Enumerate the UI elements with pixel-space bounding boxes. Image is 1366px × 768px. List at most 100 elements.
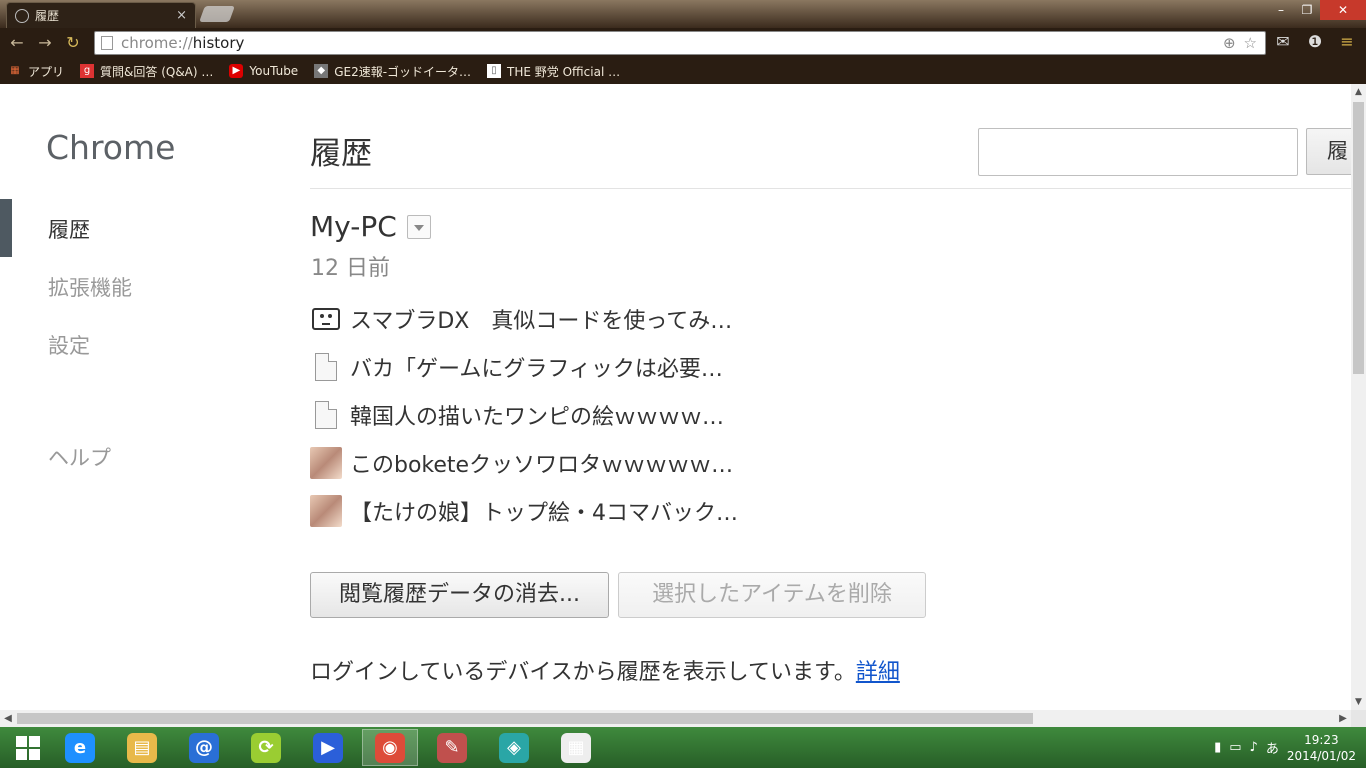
sidebar-item-help[interactable]: ヘルプ [48,442,111,472]
qa-site-icon: g [80,64,95,78]
vertical-scroll-thumb[interactable] [1353,102,1364,374]
address-bar[interactable]: chrome://history ⊕ ☆ [94,31,1266,55]
forward-button[interactable]: → [34,32,56,54]
bookmark-youtube[interactable]: ▶ YouTube [229,64,298,78]
chrome-menu-icon[interactable]: ≡ [1336,31,1358,53]
device-header: My-PC [310,210,431,243]
entry-title[interactable]: このboketeクッソワロタｗｗｗｗｗ… [350,447,733,479]
header-divider [310,188,1351,189]
reload-button[interactable]: ↻ [62,32,84,54]
zoom-icon[interactable]: ⊕ [1223,34,1236,52]
scroll-right-icon[interactable]: ▶ [1335,710,1351,727]
history-search-input[interactable] [978,128,1298,176]
history-entry[interactable]: スマブラDX 真似コードを使ってみ… [310,302,732,336]
bookmark-qa[interactable]: g 質問&回答 (Q&A) … [80,63,213,80]
browser-tab[interactable]: 履歴 × [6,2,196,28]
taskbar-apps-grid[interactable]: ▦ [548,729,604,766]
gmail-extension-icon[interactable]: ✉ [1272,31,1294,53]
taskbar-paint[interactable]: ✎ [424,729,480,766]
file-explorer-icon: ▤ [127,732,157,763]
niconico-tv-icon [310,303,342,335]
chrome-brand: Chrome [46,128,176,167]
page-icon [310,399,342,431]
scroll-up-icon[interactable]: ▲ [1351,84,1366,100]
taskbar-mail-at[interactable]: @ [176,729,232,766]
entry-title[interactable]: スマブラDX 真似コードを使ってみ… [350,303,732,335]
tab-close-icon[interactable]: × [176,8,187,23]
bookmark-ge2[interactable]: ◆ GE2速報-ゴッドイータ… [314,63,471,80]
horizontal-scrollbar[interactable]: ◀ ▶ [0,710,1351,727]
windows-logo-icon [16,735,40,760]
windows-taskbar: e ▤ @ ⟳ ▶ ◉ ✎ ◈ ▦ ▮ ▭ ♪ あ 19:23 2014/01/02 [0,727,1366,768]
volume-icon[interactable]: ♪ [1250,740,1258,755]
media-player-icon: ▶ [313,732,343,763]
bookmark-label: アプリ [28,64,65,79]
clock[interactable]: 19:23 2014/01/02 [1287,732,1356,764]
page-icon [101,36,113,50]
taskbar-network-app[interactable]: ◈ [486,729,542,766]
notification-extension-icon[interactable]: ❶ [1304,31,1326,53]
back-button[interactable]: ← [6,32,28,54]
synced-devices-note: ログインしているデバイスから履歴を表示しています。詳細 [310,654,900,686]
clock-time: 19:23 [1304,732,1339,747]
history-entry[interactable]: 【たけの娘】トップ絵・4コマバック… [310,494,738,528]
remove-selected-button[interactable]: 選択したアイテムを削除 [618,572,926,618]
page-icon [310,351,342,383]
search-history-button[interactable]: 履 [1306,128,1351,175]
taskbar-internet-explorer[interactable]: e [52,729,108,766]
paint-icon: ✎ [437,732,467,763]
history-tab-icon [15,8,29,23]
start-button[interactable] [0,729,56,766]
new-tab-button[interactable] [199,6,235,22]
sidebar-item-history[interactable]: 履歴 [48,214,90,244]
sidebar-item-extensions[interactable]: 拡張機能 [48,272,132,302]
browser-toolbar: ← → ↻ chrome://history ⊕ ☆ ✉ ❶ ≡ [0,28,1366,58]
history-entry[interactable]: バカ「ゲームにグラフィックは必要… [310,350,723,384]
taskbar-sync-app[interactable]: ⟳ [238,729,294,766]
bookmark-apps[interactable]: ▦ アプリ [8,63,64,80]
youtube-icon: ▶ [229,64,244,78]
network-app-icon: ◈ [499,732,529,763]
apps-grid-icon: ▦ [10,65,20,76]
restore-button[interactable]: ❐ [1294,0,1320,20]
footnote-text: ログインしているデバイスから履歴を表示しています。 [310,660,856,685]
bookmark-label: YouTube [249,64,299,78]
scroll-down-icon[interactable]: ▼ [1351,694,1366,710]
taskbar-file-explorer[interactable]: ▤ [114,729,170,766]
scroll-left-icon[interactable]: ◀ [0,710,16,727]
clear-browsing-data-button[interactable]: 閲覧履歴データの消去... [310,572,609,618]
learn-more-link[interactable]: 詳細 [856,660,900,685]
mail-at-icon: @ [189,732,219,763]
day-header: 12 日前 [311,256,390,281]
history-page: Chrome 履歴 拡張機能 設定 ヘルプ 履歴 履 My-PC 12 日前 ス… [0,84,1351,710]
close-window-button[interactable]: ✕ [1320,0,1366,20]
active-nav-indicator [0,199,12,257]
device-name: My-PC [310,210,397,243]
bookmark-yato[interactable]: ▯ THE 野党 Official … [487,63,620,80]
bookmark-label: GE2速報-ゴッドイータ… [334,64,472,79]
bookmark-star-icon[interactable]: ☆ [1244,34,1257,52]
history-entry[interactable]: このboketeクッソワロタｗｗｗｗｗ… [310,446,733,480]
page-icon: ▯ [487,64,502,78]
entry-title[interactable]: バカ「ゲームにグラフィックは必要… [350,351,723,383]
history-entry[interactable]: 韓国人の描いたワンピの絵ｗｗｗｗ… [310,398,724,432]
taskbar-media-player[interactable]: ▶ [300,729,356,766]
url-text[interactable]: chrome://history [121,34,1223,52]
system-tray: ▮ ▭ ♪ あ 19:23 2014/01/02 [1214,729,1356,766]
vertical-scrollbar[interactable]: ▲ ▼ [1351,84,1366,710]
entry-title[interactable]: 韓国人の描いたワンピの絵ｗｗｗｗ… [350,399,724,431]
window-controls: – ❐ ✕ [1268,0,1366,20]
sidebar-item-settings[interactable]: 設定 [48,330,90,360]
chevron-down-icon[interactable] [406,214,431,239]
battery-icon[interactable]: ▮ [1214,740,1221,755]
network-icon[interactable]: ▭ [1229,740,1241,755]
entry-title[interactable]: 【たけの娘】トップ絵・4コマバック… [350,495,738,527]
page-title: 履歴 [310,136,372,172]
ime-indicator[interactable]: あ [1266,738,1279,757]
taskbar-chrome[interactable]: ◉ [362,729,418,766]
ge2-site-icon: ◆ [314,64,329,78]
sync-app-icon: ⟳ [251,732,281,763]
horizontal-scroll-thumb[interactable] [17,713,1033,724]
minimize-button[interactable]: – [1268,0,1294,20]
apps-grid-icon: ▦ [561,732,591,763]
